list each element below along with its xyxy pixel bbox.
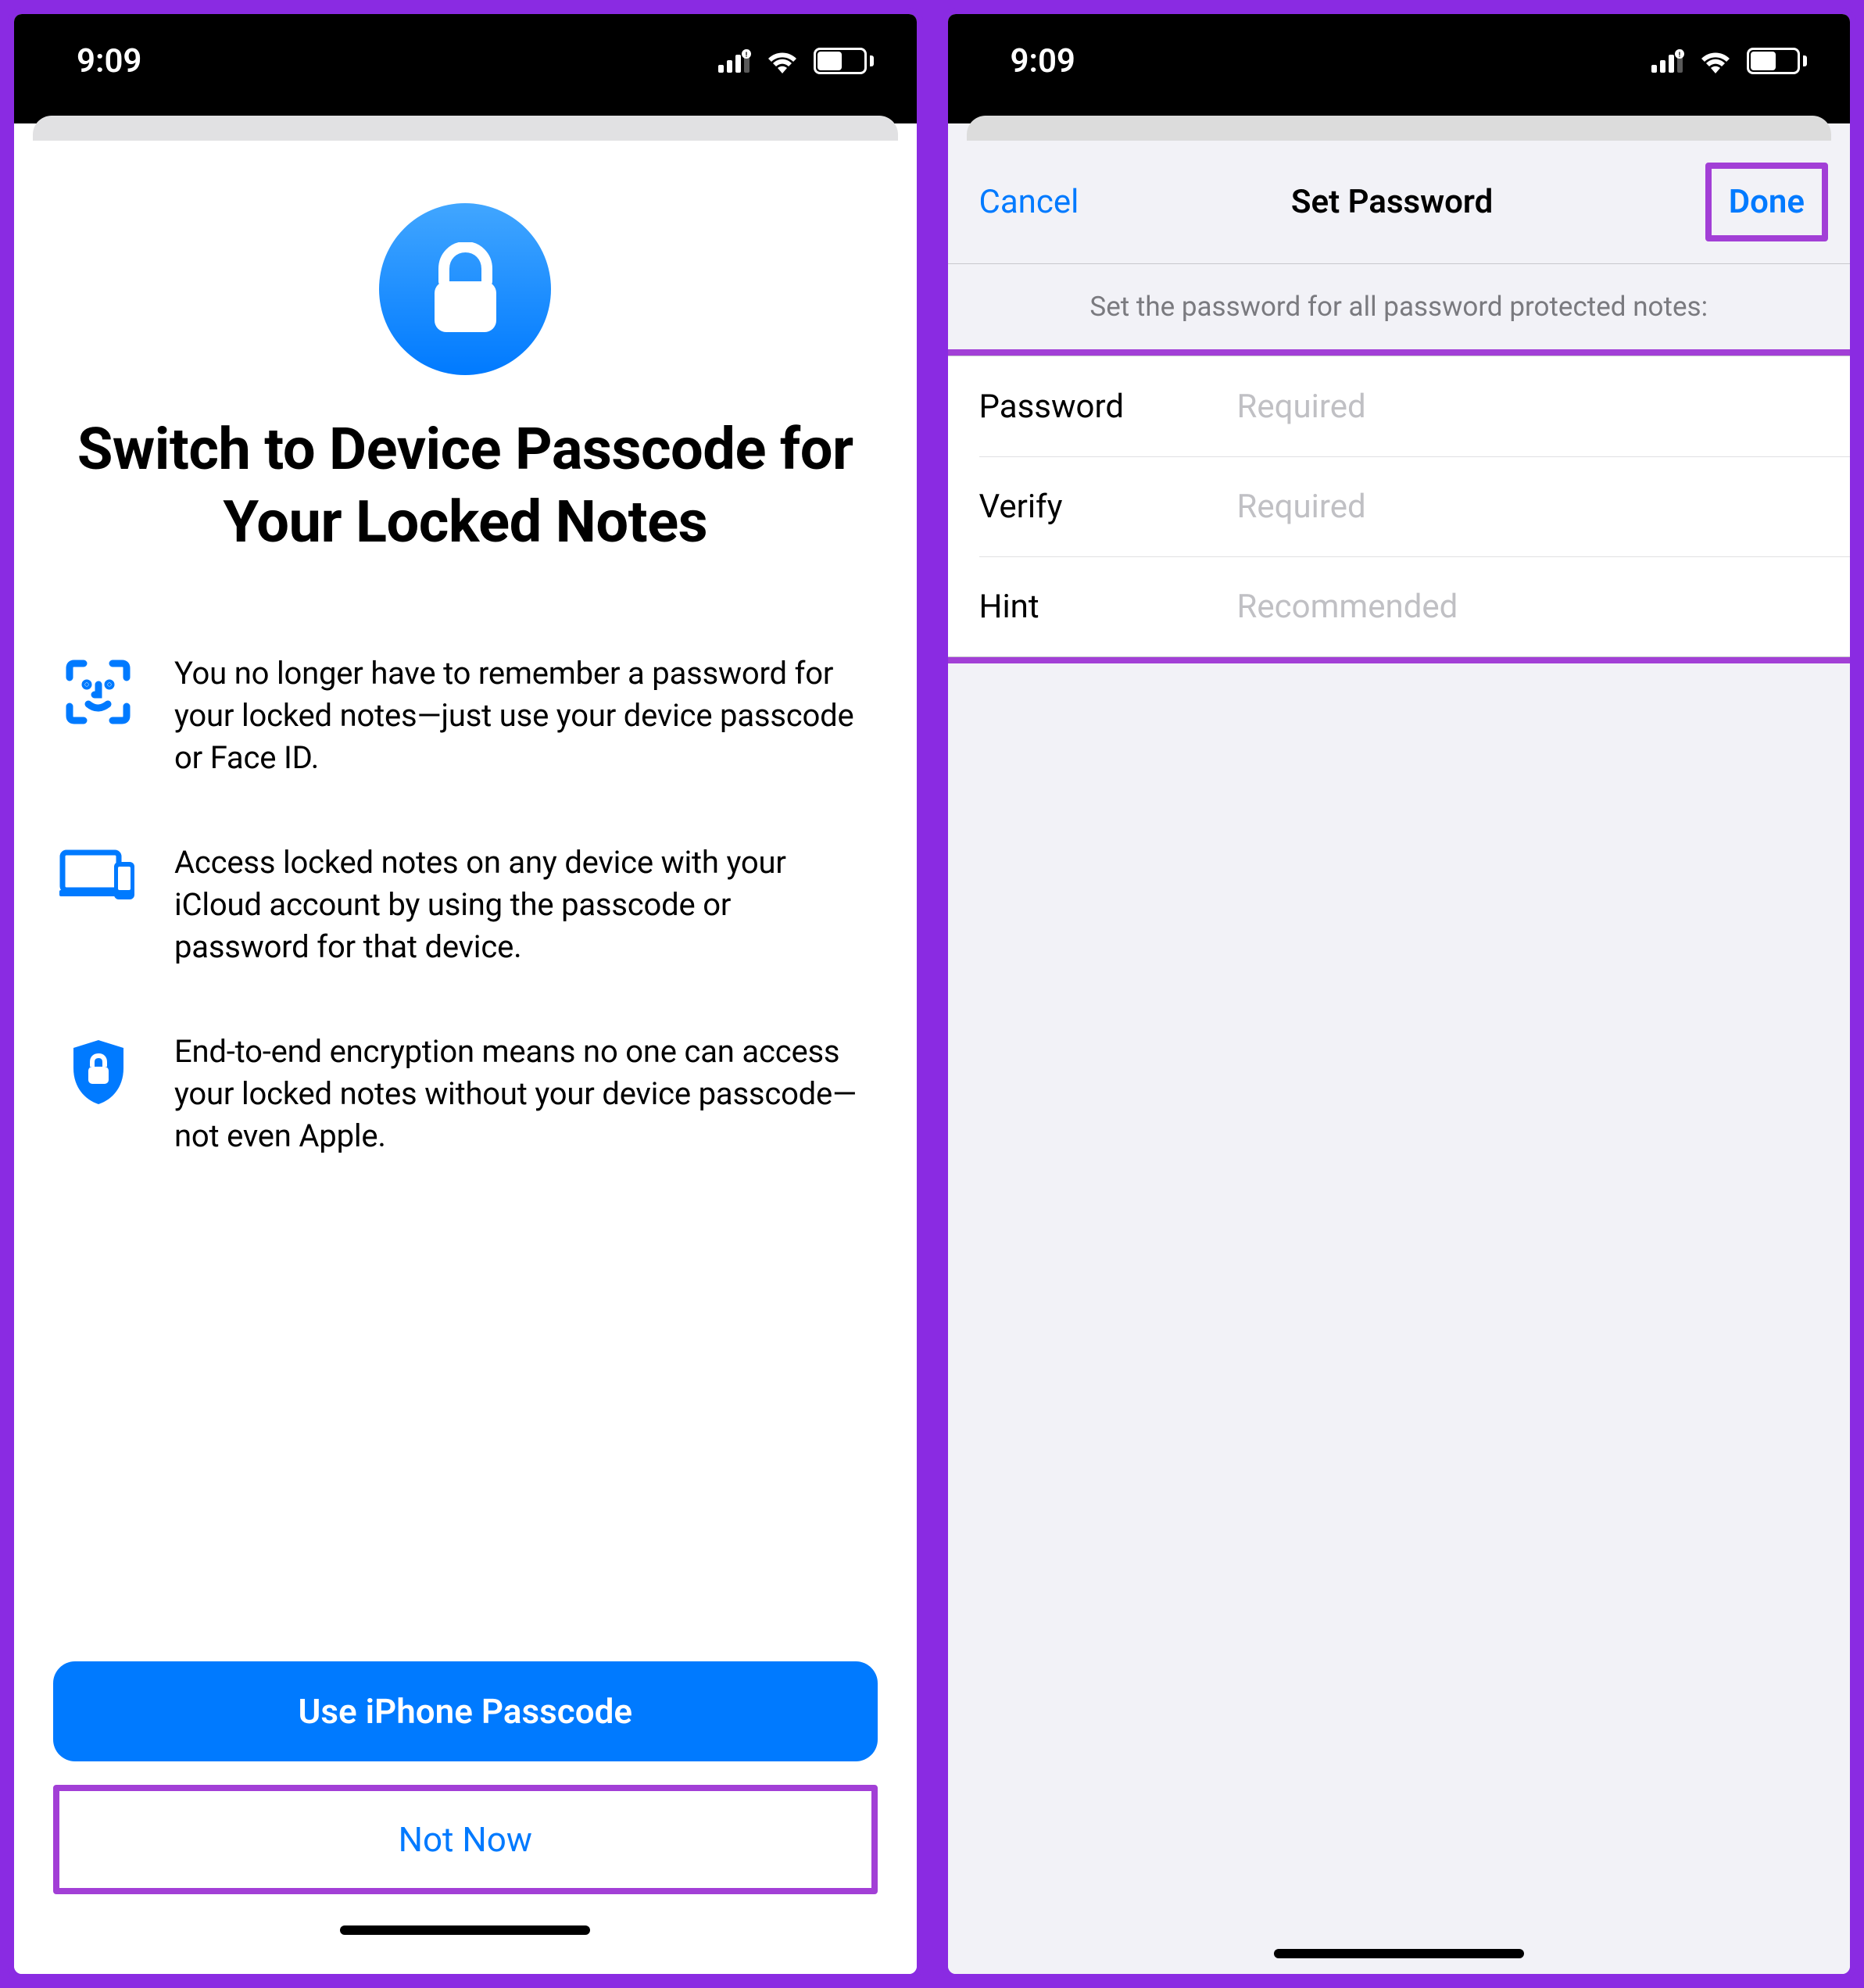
home-indicator [340, 1925, 590, 1935]
nav-bar: Cancel Set Password Done [948, 141, 1851, 264]
password-form: Password Required Verify Required Hint R… [948, 356, 1851, 657]
done-button[interactable]: Done [1729, 183, 1805, 221]
verify-field-row[interactable]: Verify Required [979, 456, 1851, 556]
status-right: ! 51 [718, 48, 874, 74]
status-time: 9:09 [77, 42, 141, 80]
shield-lock-icon [53, 1031, 143, 1157]
battery-icon: 51 [1747, 48, 1807, 74]
info-sheet: Switch to Device Passcode for Your Locke… [14, 141, 917, 1974]
field-placeholder: Recommended [1237, 588, 1458, 626]
field-label: Password [979, 388, 1237, 426]
wifi-icon [1698, 48, 1733, 73]
field-placeholder: Required [1237, 488, 1366, 526]
hero-title: Switch to Device Passcode for Your Locke… [53, 414, 878, 559]
use-passcode-button[interactable]: Use iPhone Passcode [53, 1661, 878, 1761]
not-now-button[interactable]: Not Now [53, 1785, 878, 1894]
form-caption: Set the password for all password protec… [948, 264, 1851, 349]
phone-left: 9:09 ! 51 [8, 8, 923, 1980]
faceid-icon [53, 653, 143, 779]
cellular-icon: ! [718, 49, 751, 73]
button-stack: Use iPhone Passcode Not Now [53, 1661, 878, 1925]
feature-row: Access locked notes on any device with y… [53, 842, 878, 968]
feature-row: End-to-end encryption means no one can a… [53, 1031, 878, 1157]
svg-text:!: ! [745, 52, 746, 59]
status-bar: 9:09 ! 51 [948, 14, 1851, 123]
hint-field-row[interactable]: Hint Recommended [979, 556, 1851, 656]
battery-level: 51 [816, 50, 864, 72]
wifi-icon [765, 48, 800, 73]
devices-icon [53, 842, 143, 968]
feature-text: You no longer have to remember a passwor… [174, 653, 862, 779]
status-bar: 9:09 ! 51 [14, 14, 917, 123]
lock-hero-icon [379, 203, 551, 375]
field-label: Verify [979, 488, 1237, 526]
battery-level: 51 [1749, 50, 1798, 72]
feature-row: You no longer have to remember a passwor… [53, 653, 878, 779]
field-label: Hint [979, 588, 1237, 626]
svg-text:!: ! [1679, 52, 1680, 59]
status-time: 9:09 [1011, 42, 1075, 80]
feature-text: Access locked notes on any device with y… [174, 842, 862, 968]
cellular-icon: ! [1651, 49, 1684, 73]
home-indicator [1274, 1949, 1524, 1958]
set-password-sheet: Cancel Set Password Done Set the passwor… [948, 141, 1851, 1974]
feature-text: End-to-end encryption means no one can a… [174, 1031, 862, 1157]
cancel-button[interactable]: Cancel [979, 183, 1079, 221]
status-right: ! 51 [1651, 48, 1807, 74]
phone-right: 9:09 ! 51 Cancel [942, 8, 1857, 1980]
battery-icon: 51 [814, 48, 874, 74]
field-placeholder: Required [1237, 388, 1366, 426]
password-field-row[interactable]: Password Required [948, 356, 1851, 456]
nav-title: Set Password [1291, 183, 1493, 221]
